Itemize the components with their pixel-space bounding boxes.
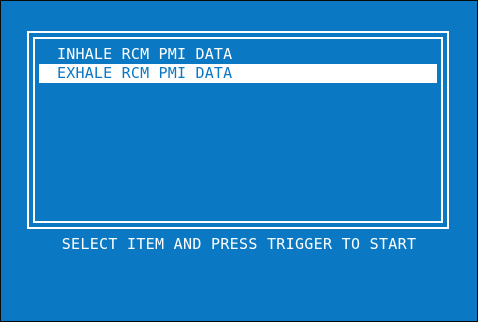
menu-item-exhale-rcm-pmi-data[interactable]: EXHALE RCM PMI DATA — [39, 64, 437, 83]
instruction-text: SELECT ITEM AND PRESS TRIGGER TO START — [61, 235, 417, 253]
menu-item-inhale-rcm-pmi-data[interactable]: INHALE RCM PMI DATA — [39, 45, 437, 64]
menu-frame-inner: INHALE RCM PMI DATA EXHALE RCM PMI DATA — [33, 37, 443, 223]
menu-frame: INHALE RCM PMI DATA EXHALE RCM PMI DATA — [27, 31, 449, 229]
device-screen: INHALE RCM PMI DATA EXHALE RCM PMI DATA … — [0, 0, 478, 322]
menu-list: INHALE RCM PMI DATA EXHALE RCM PMI DATA — [39, 45, 437, 83]
